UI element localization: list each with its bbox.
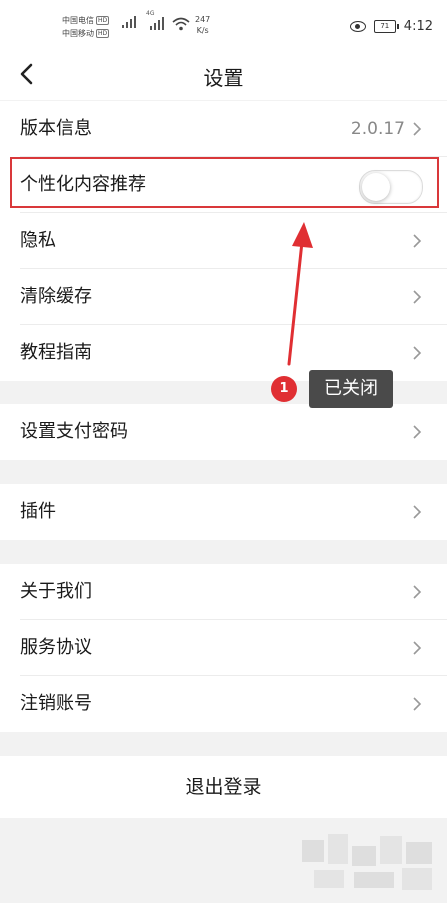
- chevron-right-icon: [413, 290, 422, 304]
- net-type: 4G: [146, 10, 155, 17]
- settings-row-privacy[interactable]: 隐私: [0, 213, 447, 269]
- settings-row-about[interactable]: 关于我们: [0, 564, 447, 620]
- logout-button[interactable]: 退出登录: [0, 756, 447, 818]
- settings-row-service[interactable]: 服务协议: [0, 620, 447, 676]
- row-label: 注销账号: [20, 693, 92, 714]
- hd-badge: HD: [96, 29, 110, 38]
- step-badge: 1: [271, 376, 297, 402]
- watermark-logo: [302, 834, 432, 890]
- row-label: 教程指南: [20, 342, 92, 363]
- net-speed: 247 K/s: [195, 14, 210, 36]
- row-label: 关于我们: [20, 581, 92, 602]
- row-label: 隐私: [20, 230, 56, 251]
- chevron-right-icon: [413, 641, 422, 655]
- row-label: 插件: [20, 501, 56, 522]
- signal-icon: [122, 16, 138, 28]
- chevron-right-icon: [413, 346, 422, 360]
- row-label: 清除缓存: [20, 286, 92, 307]
- settings-row-version[interactable]: 版本信息 2.0.17: [0, 101, 447, 157]
- row-label: 服务协议: [20, 637, 92, 658]
- page-title: 设置: [203, 66, 244, 90]
- net-speed-unit: K/s: [196, 26, 209, 35]
- chevron-right-icon: [413, 234, 422, 248]
- version-value: 2.0.17: [350, 119, 405, 139]
- chevron-right-icon: [413, 122, 422, 136]
- carrier-2: 中国移动: [62, 29, 94, 38]
- settings-row-personalized: 个性化内容推荐: [0, 157, 447, 213]
- battery-icon: 71: [373, 20, 399, 33]
- signal-4g-icon: 4G: [146, 10, 166, 30]
- net-speed-value: 247: [195, 15, 211, 24]
- toggle-knob: [362, 173, 390, 201]
- carrier-1: 中国电信: [62, 16, 94, 25]
- wifi-icon: [172, 17, 190, 31]
- settings-row-clear-cache[interactable]: 清除缓存: [0, 269, 447, 325]
- chevron-right-icon: [413, 425, 422, 439]
- navigation-bar: 设置: [0, 50, 447, 100]
- annotation-arrow: [287, 222, 313, 366]
- eye-icon: [349, 21, 366, 32]
- annotation-tooltip: 已关闭: [309, 370, 393, 408]
- settings-row-cancel-account[interactable]: 注销账号: [0, 676, 447, 732]
- settings-row-pay-password[interactable]: 设置支付密码: [0, 404, 447, 460]
- row-label: 设置支付密码: [20, 421, 128, 442]
- row-label: 个性化内容推荐: [20, 174, 146, 195]
- chevron-right-icon: [413, 697, 422, 711]
- hd-badge: HD: [96, 16, 110, 25]
- clock: 4:12: [403, 19, 433, 34]
- settings-row-plugins[interactable]: 插件: [0, 484, 447, 540]
- row-label: 版本信息: [20, 118, 92, 139]
- chevron-right-icon: [413, 585, 422, 599]
- status-right: 71 4:12: [349, 19, 433, 34]
- logout-label: 退出登录: [185, 776, 262, 798]
- carrier-info: 中国电信 HD 中国移动 HD: [62, 14, 110, 40]
- personalized-toggle[interactable]: [359, 170, 423, 204]
- chevron-right-icon: [413, 505, 422, 519]
- status-bar: 中国电信 HD 中国移动 HD 4G 247 K/s 71 4:12: [0, 0, 447, 50]
